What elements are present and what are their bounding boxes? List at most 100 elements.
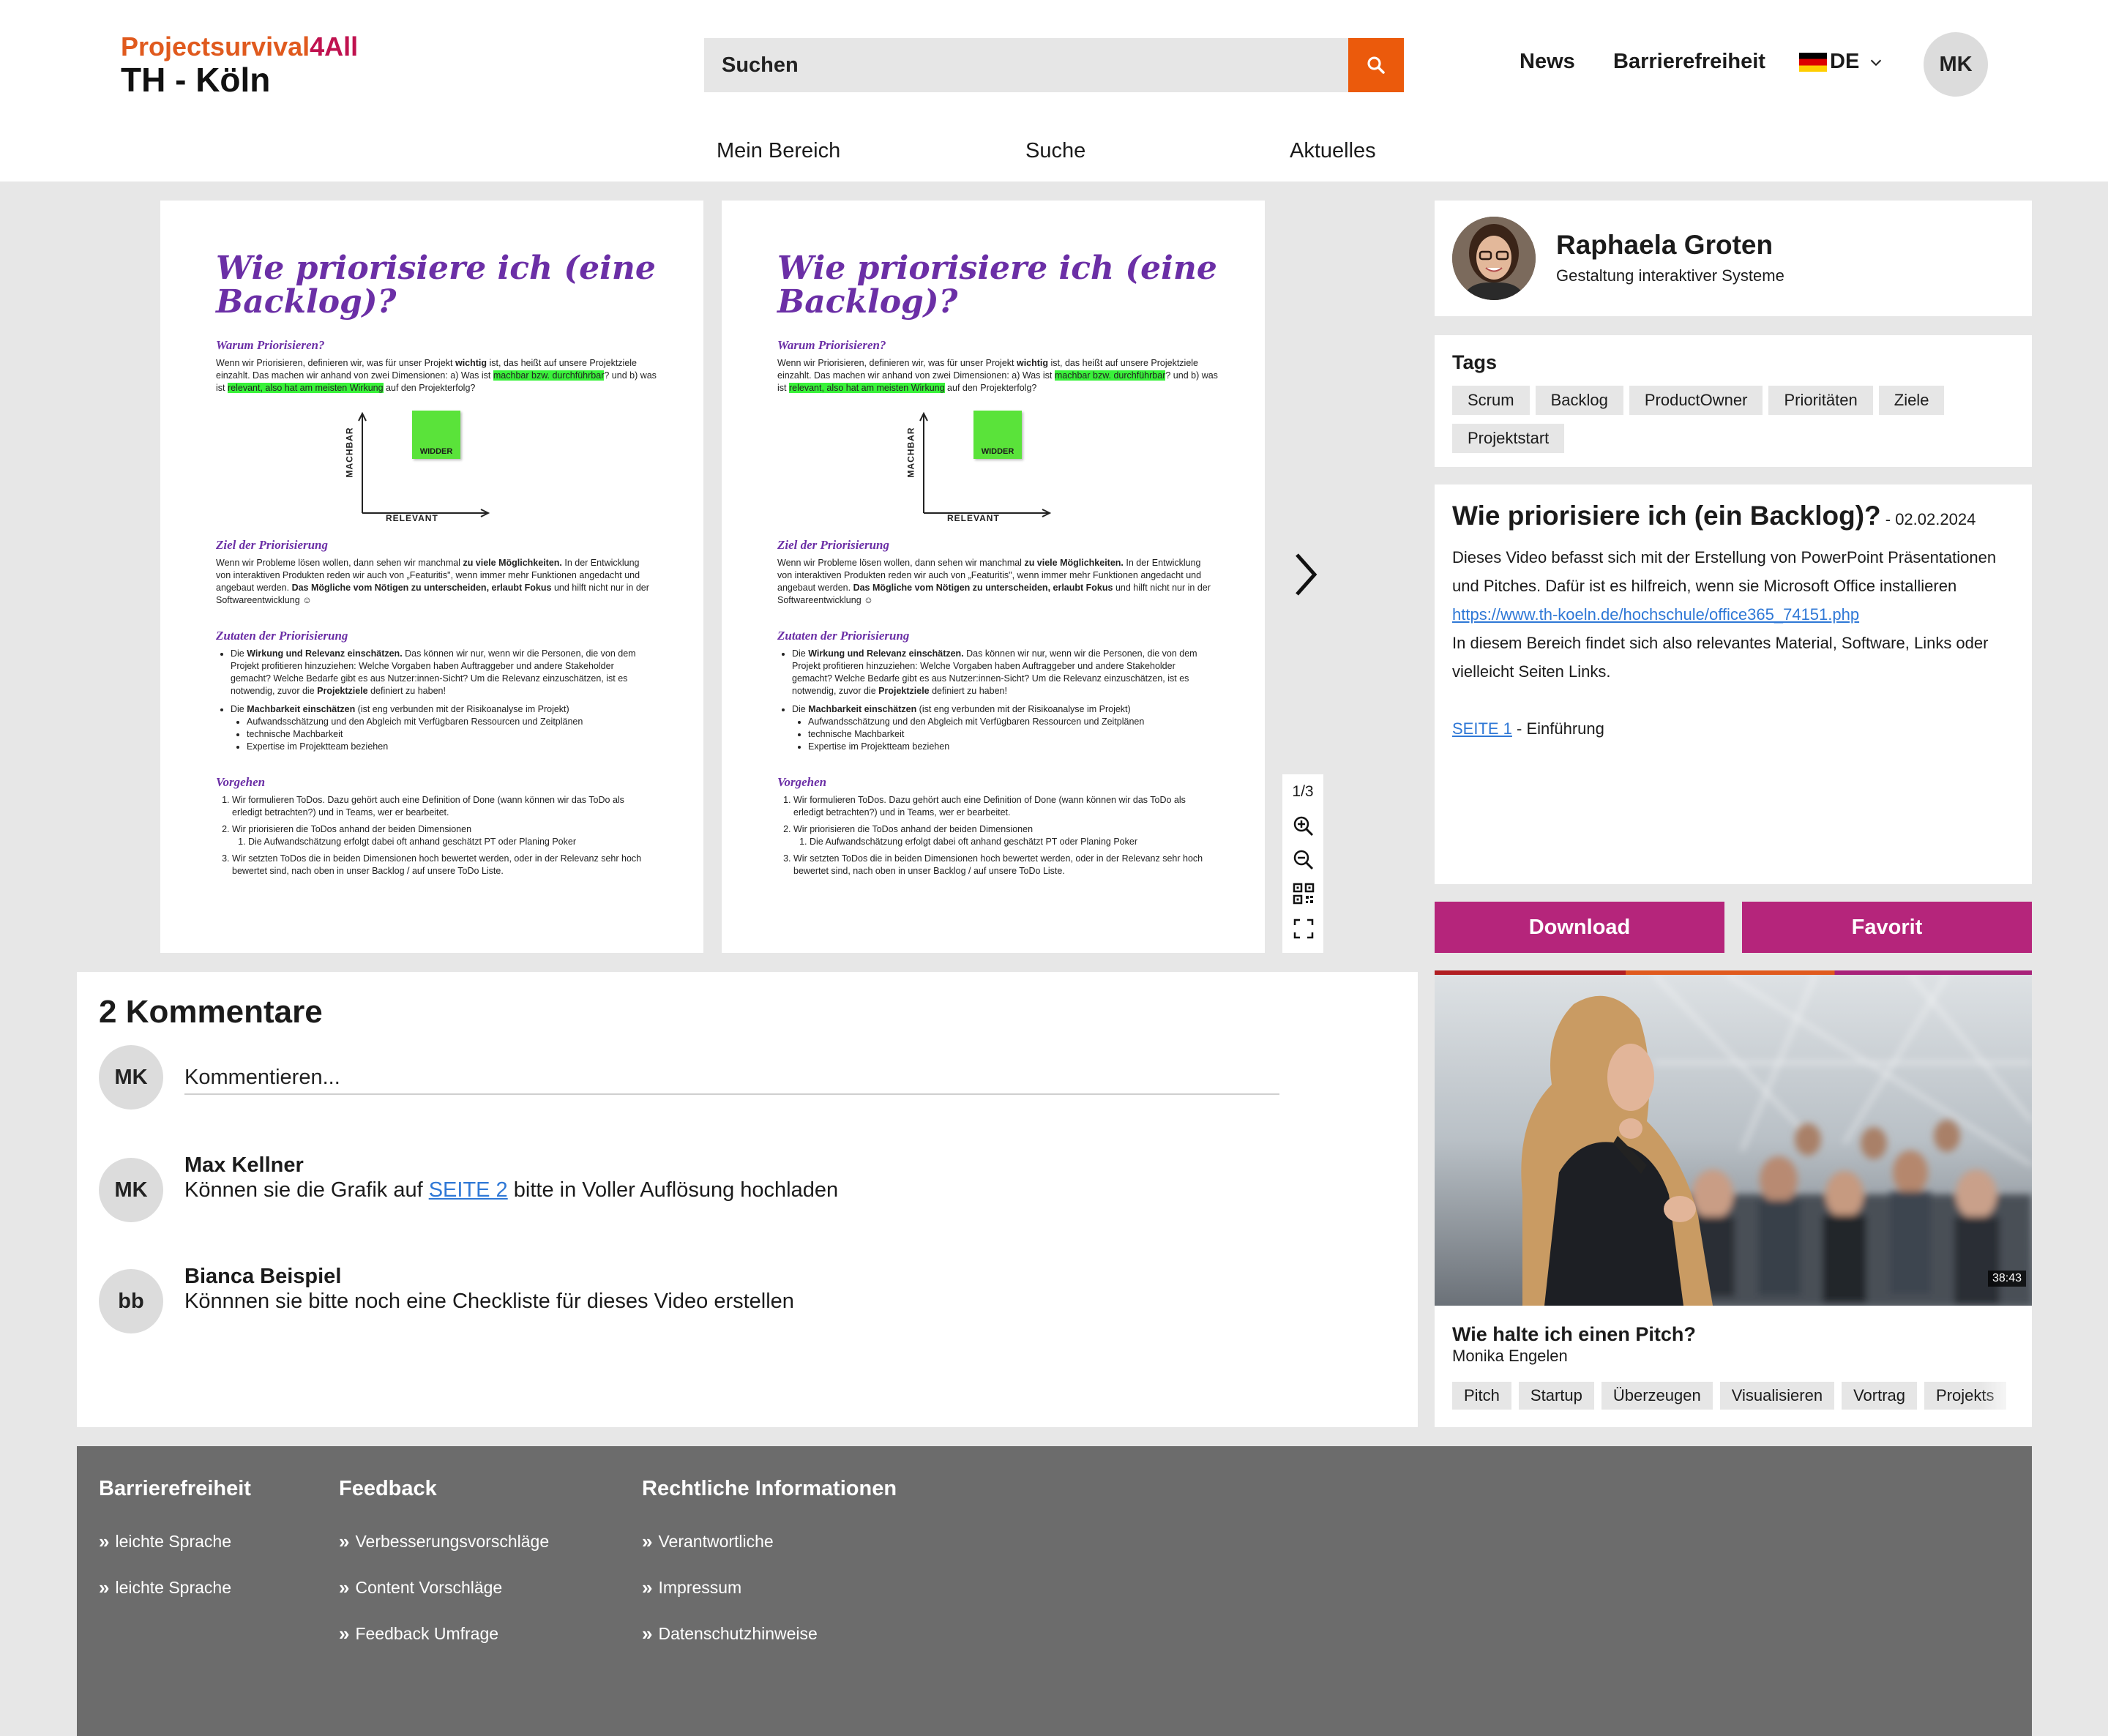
video-duration: 38:43 xyxy=(1987,1271,2026,1287)
doc-heading-why: Warum Priorisieren? xyxy=(216,338,325,352)
comment-input[interactable] xyxy=(184,1061,1279,1095)
logo-line-1b: 4All xyxy=(310,31,359,61)
axis-label-x: RELEVANT xyxy=(947,513,1000,523)
video-tag-pitch[interactable]: Pitch xyxy=(1452,1382,1511,1410)
double-chevron-icon: » xyxy=(339,1576,350,1598)
author-photo[interactable] xyxy=(1452,217,1536,300)
subnav-search[interactable]: Suche xyxy=(1025,139,1085,163)
description-date: - 02.02.2024 xyxy=(1880,510,1976,528)
nav-news[interactable]: News xyxy=(1520,50,1575,74)
doc-list-ingredients: Die Wirkung und Relevanz einschätzen. Da… xyxy=(216,648,657,753)
tag-scrum[interactable]: Scrum xyxy=(1452,386,1530,415)
footer-column-legal: Rechtliche Informationen » Verantwortlich… xyxy=(642,1477,897,1657)
office-link[interactable]: https://www.th-koeln.de/hochschule/offic… xyxy=(1452,605,1859,624)
axis-graphic xyxy=(358,411,490,517)
tag-list: Scrum Backlog ProductOwner Prioritäten Ziele… xyxy=(1452,386,2014,462)
double-chevron-icon: » xyxy=(642,1530,653,1552)
download-button[interactable]: Download xyxy=(1435,902,1724,953)
doc-paragraph-why: Wenn wir Priorisieren, definieren wir, w… xyxy=(216,358,657,393)
comments-title: 2 Kommentare xyxy=(99,994,323,1030)
zoom-out-icon[interactable] xyxy=(1293,849,1315,871)
search-button[interactable] xyxy=(1348,38,1404,92)
sticky-note: WIDDER xyxy=(973,411,1022,459)
footer-link[interactable]: » leichte Sprache xyxy=(99,1565,251,1611)
doc-paragraph-why: Wenn wir Priorisieren, definieren wir, w… xyxy=(777,358,1218,393)
axis-label-x: RELEVANT xyxy=(386,513,438,523)
video-tag-visualisieren[interactable]: Visualisieren xyxy=(1719,1382,1835,1410)
favorite-button[interactable]: Favorit xyxy=(1742,902,2032,953)
footer-column-accessibility: Barrierefreiheit » leichte Sprache » leich… xyxy=(99,1477,251,1611)
site-logo[interactable]: Projectsurvival4All TH - Köln xyxy=(121,31,359,99)
speaker-photo-image xyxy=(1435,975,2032,1306)
tag-ziele[interactable]: Ziele xyxy=(1878,386,1945,415)
doc-title: Wie priorisiere ich (eine Backlog)? xyxy=(216,250,656,321)
zoom-in-icon[interactable] xyxy=(1293,815,1315,837)
search-icon xyxy=(1367,56,1385,74)
footer-link[interactable]: » Verantwortliche xyxy=(642,1519,897,1565)
tag-backlog[interactable]: Backlog xyxy=(1535,386,1623,415)
double-chevron-icon: » xyxy=(642,1576,653,1598)
nav-accessibility[interactable]: Barrierefreiheit xyxy=(1613,50,1765,74)
doc-list-procedure: Wir formulieren ToDos. Dazu gehört auch … xyxy=(216,794,657,878)
double-chevron-icon: » xyxy=(99,1530,110,1552)
page-counter: 1/3 xyxy=(1292,783,1314,800)
page-1-link[interactable]: SEITE 1 xyxy=(1452,719,1512,738)
tag-projektstart[interactable]: Projektstart xyxy=(1452,424,1565,453)
page-2-link[interactable]: SEITE 2 xyxy=(429,1178,508,1202)
doc-paragraph-goal: Wenn wir Probleme lösen wollen, dann seh… xyxy=(777,558,1211,605)
comment-text: Könnnen sie bitte noch eine Checkliste f… xyxy=(184,1290,794,1313)
author-portrait-image xyxy=(1452,217,1536,300)
doc-heading-procedure: Vorgehen xyxy=(216,775,266,789)
footer-title: Barrierefreiheit xyxy=(99,1477,251,1500)
footer-link[interactable]: » leichte Sprache xyxy=(99,1519,251,1565)
tag-prioritaeten[interactable]: Prioritäten xyxy=(1768,386,1873,415)
german-flag-icon xyxy=(1799,52,1827,72)
footer-link[interactable]: » Feedback Umfrage xyxy=(339,1611,549,1657)
axis-label-y: MACHBAR xyxy=(344,427,355,478)
doc-title: Wie priorisiere ich (eine Backlog)? xyxy=(777,250,1217,321)
double-chevron-icon: » xyxy=(642,1623,653,1645)
axis-graphic xyxy=(919,411,1052,517)
description-card: Wie priorisiere ich (ein Backlog)? - 02.… xyxy=(1435,484,2032,884)
qr-code-icon[interactable] xyxy=(1293,883,1315,905)
next-page-arrow-icon[interactable] xyxy=(1282,542,1326,607)
comment-avatar: MK xyxy=(99,1158,163,1222)
author-name[interactable]: Raphaela Groten xyxy=(1556,230,1773,261)
footer-title: Rechtliche Informationen xyxy=(642,1477,897,1500)
double-chevron-icon: » xyxy=(99,1576,110,1598)
user-avatar[interactable]: MK xyxy=(1924,32,1988,97)
doc-list-procedure: Wir formulieren ToDos. Dazu gehört auch … xyxy=(777,794,1218,878)
language-selector[interactable]: DE xyxy=(1799,50,1884,74)
video-thumbnail[interactable]: 38:43 xyxy=(1435,975,2032,1306)
fullscreen-icon[interactable] xyxy=(1293,918,1315,940)
logo-line-2: TH - Köln xyxy=(121,61,271,99)
video-tag-list: Pitch Startup Überzeugen Visualisieren Vortr… xyxy=(1452,1382,2023,1411)
tags-card: Tags Scrum Backlog ProductOwner Prioritäten… xyxy=(1435,335,2032,467)
doc-heading-ingredients: Zutaten der Priorisierung xyxy=(216,629,348,643)
footer-link[interactable]: » Verbesserungsvorschläge xyxy=(339,1519,549,1565)
video-title[interactable]: Wie halte ich einen Pitch? xyxy=(1452,1323,1696,1346)
search-input[interactable] xyxy=(704,38,1348,92)
chevron-down-icon xyxy=(1871,59,1882,66)
video-tag-ueberzeugen[interactable]: Überzeugen xyxy=(1601,1382,1713,1410)
double-chevron-icon: » xyxy=(339,1530,350,1552)
description-text: Dieses Video befasst sich mit der Erstel… xyxy=(1452,548,1997,738)
doc-list-ingredients: Die Wirkung und Relevanz einschätzen. Da… xyxy=(777,648,1218,753)
priority-diagram: WIDDER MACHBAR RELEVANT xyxy=(344,411,582,535)
video-author: Monika Engelen xyxy=(1452,1347,1568,1365)
video-tag-startup[interactable]: Startup xyxy=(1518,1382,1594,1410)
comments-section: 2 Kommentare MK MK Max Kellner Können si… xyxy=(77,972,1418,1427)
tag-productowner[interactable]: ProductOwner xyxy=(1629,386,1763,415)
footer-link[interactable]: » Content Vorschläge xyxy=(339,1565,549,1611)
double-chevron-icon: » xyxy=(339,1623,350,1645)
priority-diagram: WIDDER MACHBAR RELEVANT xyxy=(906,411,1143,535)
footer-link[interactable]: » Datenschutzhinweise xyxy=(642,1611,897,1657)
site-footer: Barrierefreiheit » leichte Sprache » leich… xyxy=(77,1446,2032,1736)
comment-avatar: bb xyxy=(99,1269,163,1333)
doc-paragraph-goal: Wenn wir Probleme lösen wollen, dann seh… xyxy=(216,558,649,605)
video-tag-vortrag[interactable]: Vortrag xyxy=(1842,1382,1918,1410)
language-label: DE xyxy=(1830,50,1860,73)
subnav-my-area[interactable]: Mein Bereich xyxy=(717,139,840,163)
subnav-news[interactable]: Aktuelles xyxy=(1290,139,1376,163)
footer-link[interactable]: » Impressum xyxy=(642,1565,897,1611)
